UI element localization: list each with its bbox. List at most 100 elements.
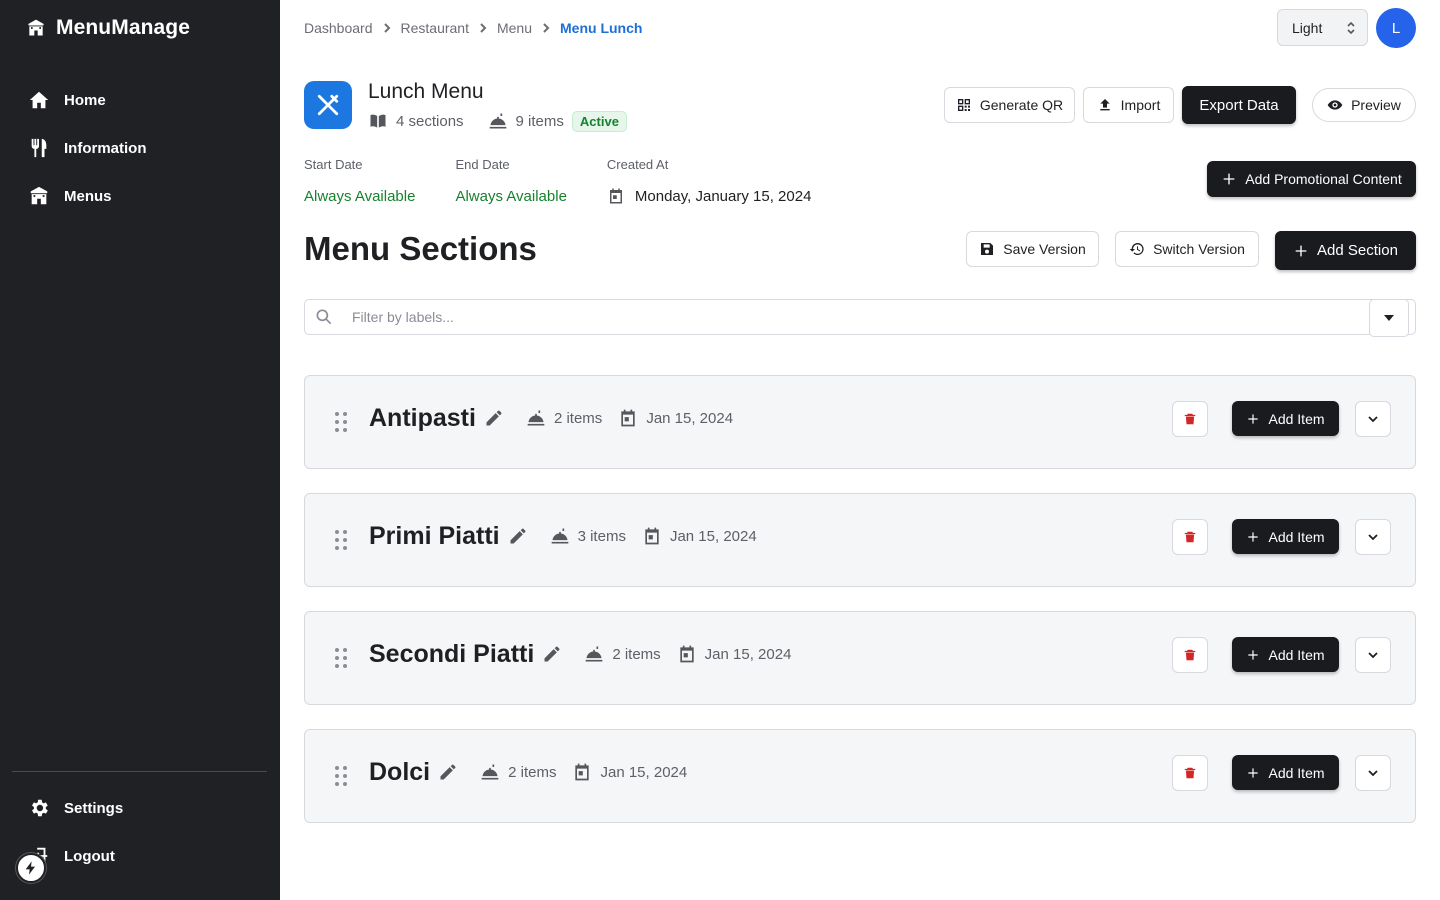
avatar[interactable]: L xyxy=(1376,8,1416,48)
drag-handle[interactable] xyxy=(333,529,349,551)
drag-handle[interactable] xyxy=(333,765,349,787)
sidebar-divider xyxy=(12,771,267,772)
add-promotional-content-button[interactable]: Add Promotional Content xyxy=(1207,161,1416,197)
delete-section-button[interactable] xyxy=(1172,401,1208,437)
upload-icon xyxy=(1099,99,1110,111)
plus-icon xyxy=(1223,173,1235,185)
section-date: Jan 15, 2024 xyxy=(669,527,757,545)
chevron-down-icon xyxy=(1368,770,1378,777)
save-version-button[interactable]: Save Version xyxy=(966,231,1099,267)
created-at: Created At Monday, January 15, 2024 xyxy=(606,157,812,205)
chevron-down-icon xyxy=(1368,534,1378,541)
food-icon xyxy=(585,646,603,662)
theme-select-value: Light xyxy=(1292,19,1323,36)
start-date: Start Date Always Available xyxy=(304,157,416,205)
trash-icon xyxy=(1184,413,1196,425)
add-section-button[interactable]: Add Section xyxy=(1275,231,1416,270)
eye-icon xyxy=(1327,100,1343,110)
sidebar-item-label: Home xyxy=(64,91,106,109)
delete-section-button[interactable] xyxy=(1172,637,1208,673)
breadcrumb-dashboard[interactable]: Dashboard xyxy=(304,20,373,36)
section-items-count: 3 items xyxy=(577,527,626,545)
calendar-icon xyxy=(680,645,694,663)
sidebar-item-home[interactable]: Home xyxy=(28,86,106,114)
food-icon xyxy=(551,528,568,544)
calendar-icon xyxy=(621,409,635,427)
add-item-label: Add Item xyxy=(1268,410,1325,427)
plus-icon xyxy=(1295,245,1307,256)
status-badge: Active xyxy=(571,110,627,132)
gear-icon xyxy=(32,799,48,817)
section-items-count: 2 items xyxy=(612,645,661,663)
breadcrumb-restaurant[interactable]: Restaurant xyxy=(401,20,469,36)
sidebar-item-label: Logout xyxy=(64,847,115,865)
preview-button[interactable]: Preview xyxy=(1312,88,1416,122)
import-button[interactable]: Import xyxy=(1083,87,1174,123)
section-date: Jan 15, 2024 xyxy=(646,409,734,427)
sidebar-item-label: Menus xyxy=(64,187,112,205)
plus-icon xyxy=(1248,767,1259,778)
delete-section-button[interactable] xyxy=(1172,755,1208,791)
pencil-icon[interactable] xyxy=(484,408,504,428)
bolt-fab[interactable] xyxy=(16,853,46,883)
pencil-icon[interactable] xyxy=(438,762,458,782)
expand-section-button[interactable] xyxy=(1355,755,1391,791)
save-icon xyxy=(981,243,994,255)
menu-dates: Start Date Always Available End Date Alw… xyxy=(304,157,851,207)
theme-select[interactable]: Light xyxy=(1277,9,1368,46)
expand-section-button[interactable] xyxy=(1355,637,1391,673)
menu-title: Lunch Menu xyxy=(368,80,484,103)
generate-qr-button[interactable]: Generate QR xyxy=(944,87,1075,123)
sidebar-item-menus[interactable]: Menus xyxy=(28,182,112,210)
brand[interactable]: MenuManage xyxy=(26,14,190,42)
filter-bar xyxy=(304,299,1416,337)
home-icon xyxy=(29,91,49,109)
export-data-button[interactable]: Export Data xyxy=(1182,86,1296,124)
bolt-icon xyxy=(25,861,35,875)
search-icon xyxy=(316,309,332,325)
trash-icon xyxy=(1184,531,1196,543)
section-card-primi-piatti: Primi Piatti 3 items Jan 15, 2024 Add It… xyxy=(304,493,1416,587)
drag-handle[interactable] xyxy=(333,411,349,433)
pencil-icon[interactable] xyxy=(508,526,528,546)
chevron-down-icon xyxy=(1368,416,1378,423)
main-content: Dashboard Restaurant Menu Menu Lunch Lig… xyxy=(280,0,1440,900)
add-item-button[interactable]: Add Item xyxy=(1232,401,1339,436)
calendar-icon xyxy=(609,188,622,204)
section-name: Primi Piatti xyxy=(369,521,500,550)
add-item-label: Add Item xyxy=(1268,646,1325,663)
switch-version-button[interactable]: Switch Version xyxy=(1115,231,1259,267)
expand-section-button[interactable] xyxy=(1355,401,1391,437)
add-item-label: Add Item xyxy=(1268,528,1325,545)
section-name: Dolci xyxy=(369,757,431,786)
section-items-count: 2 items xyxy=(508,763,557,781)
add-item-button[interactable]: Add Item xyxy=(1232,519,1339,554)
filter-dropdown-button[interactable] xyxy=(1369,299,1409,337)
food-icon xyxy=(489,113,506,129)
drag-handle[interactable] xyxy=(333,647,349,669)
delete-section-button[interactable] xyxy=(1172,519,1208,555)
sidebar-item-settings[interactable]: Settings xyxy=(28,794,123,822)
plus-icon xyxy=(1248,413,1259,424)
breadcrumb-menu[interactable]: Menu xyxy=(497,20,532,36)
section-card-antipasti: Antipasti 2 items Jan 15, 2024 Add Item xyxy=(304,375,1416,469)
sidebar-item-information[interactable]: Information xyxy=(28,134,147,162)
qr-code-icon xyxy=(957,99,970,111)
add-item-button[interactable]: Add Item xyxy=(1232,755,1339,790)
section-items-count: 2 items xyxy=(553,409,603,427)
chevron-up-down-icon xyxy=(1347,21,1355,34)
book-icon xyxy=(370,114,386,128)
add-item-button[interactable]: Add Item xyxy=(1232,637,1339,672)
section-heading: Menu Sections xyxy=(304,230,537,267)
store-icon xyxy=(28,19,44,36)
menu-meta: 4 sections 9 items Active xyxy=(368,110,627,132)
menu-icon xyxy=(304,81,352,129)
food-icon xyxy=(527,410,545,426)
section-date: Jan 15, 2024 xyxy=(704,645,792,663)
expand-section-button[interactable] xyxy=(1355,519,1391,555)
chevron-right-icon xyxy=(543,23,550,33)
end-date: End Date Always Available xyxy=(455,157,567,205)
pencil-icon[interactable] xyxy=(542,644,562,664)
filter-input[interactable] xyxy=(352,309,1352,325)
caret-down-icon xyxy=(1384,315,1394,321)
